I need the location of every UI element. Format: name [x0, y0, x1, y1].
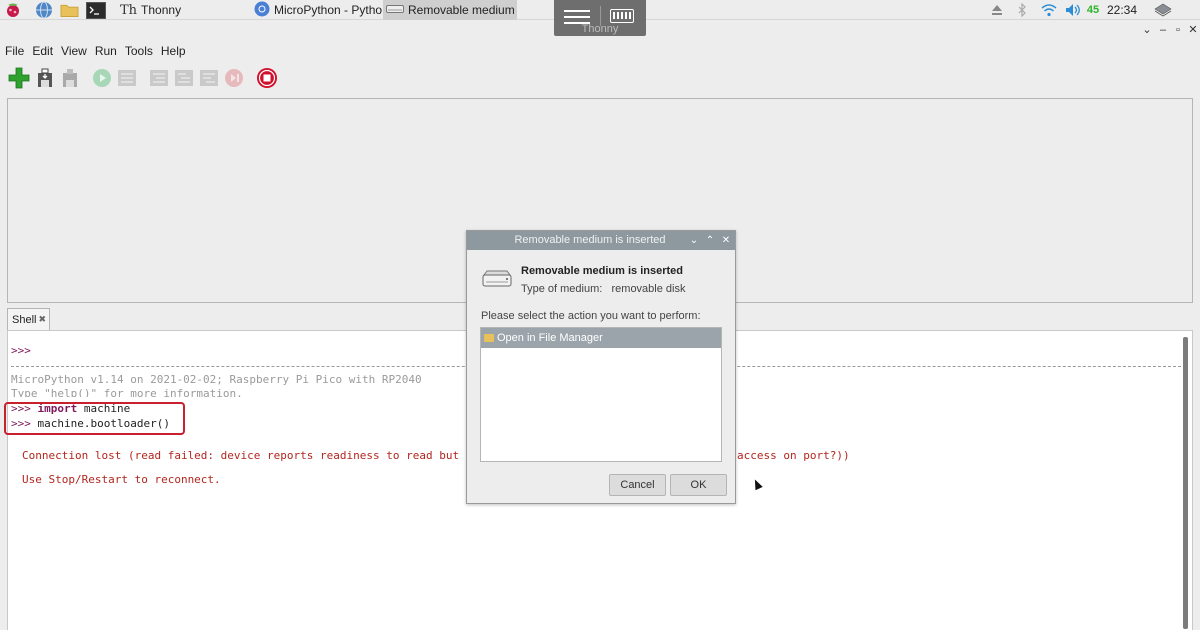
dialog-title: Removable medium is inserted: [514, 234, 666, 246]
shell-error: Connection lost (read failed: device rep…: [22, 449, 519, 462]
step-out-button[interactable]: [197, 66, 221, 90]
play-icon: [93, 69, 111, 87]
step-over-button[interactable]: [147, 66, 171, 90]
thonny-icon: Th: [120, 2, 138, 18]
raspberry-icon[interactable]: [3, 1, 22, 19]
onscreen-keyboard-toggle[interactable]: Thonny: [554, 0, 646, 36]
system-tray: 45 22:34: [980, 0, 1200, 20]
dialog-prompt: Please select the action you want to per…: [481, 310, 701, 322]
menu-tools[interactable]: Tools: [121, 42, 157, 60]
chromium-icon: [254, 1, 270, 20]
dialog-heading: Removable medium is inserted: [521, 265, 683, 277]
close-icon[interactable]: ✖: [38, 314, 46, 325]
menubar: File Edit View Run Tools Help: [0, 42, 190, 60]
medium-type-label: Type of medium:: [521, 283, 603, 295]
chevron-down-icon[interactable]: ⌄: [1140, 22, 1154, 38]
debug-icon: [118, 70, 136, 86]
scrollbar[interactable]: [1183, 337, 1188, 629]
debug-button[interactable]: [115, 66, 139, 90]
network-icon[interactable]: [1152, 2, 1174, 18]
volume-level: 45: [1086, 4, 1100, 16]
menu-icon[interactable]: [564, 10, 590, 24]
task-label: Thonny: [141, 3, 182, 17]
cancel-button[interactable]: Cancel: [609, 474, 666, 496]
menu-edit[interactable]: Edit: [28, 42, 57, 60]
resume-icon: [225, 69, 243, 87]
menu-help[interactable]: Help: [157, 42, 190, 60]
action-label: Open in File Manager: [497, 332, 603, 344]
task-thonny[interactable]: Th Thonny: [117, 0, 247, 20]
stop-icon: [257, 68, 277, 88]
task-label: Removable medium i...: [408, 3, 517, 17]
shell-error: Use Stop/Restart to reconnect.: [22, 473, 221, 486]
drive-icon: [481, 269, 513, 291]
eject-icon[interactable]: [990, 2, 1004, 18]
shell-error: access on port?)): [737, 449, 850, 462]
highlight-box: [4, 402, 185, 435]
menu-run[interactable]: Run: [91, 42, 121, 60]
folder-icon[interactable]: [60, 1, 79, 19]
step-out-icon: [200, 70, 218, 86]
clock[interactable]: 22:34: [1106, 2, 1138, 18]
new-file-button[interactable]: [7, 66, 31, 90]
terminal-icon[interactable]: [86, 1, 106, 19]
task-removable-medium[interactable]: Removable medium i...: [383, 0, 517, 20]
menu-file[interactable]: File: [0, 42, 28, 60]
globe-icon[interactable]: [34, 1, 53, 19]
wifi-icon[interactable]: [1040, 2, 1058, 18]
maximize-icon[interactable]: ⌃: [703, 231, 717, 250]
maximize-button[interactable]: ▫: [1171, 22, 1185, 38]
run-button[interactable]: [90, 66, 114, 90]
resume-button[interactable]: [222, 66, 246, 90]
keyboard-icon[interactable]: [610, 9, 634, 23]
removable-medium-dialog: Removable medium is inserted ⌄ ⌃ ✕ Remov…: [466, 230, 736, 504]
save-icon: [63, 69, 77, 87]
window-title: Thonny: [581, 23, 619, 35]
shell-banner: MicroPython v1.14 on 2021-02-02; Raspber…: [11, 373, 422, 386]
open-file-button[interactable]: [33, 66, 57, 90]
minimize-button[interactable]: –: [1156, 22, 1170, 38]
step-into-icon: [175, 70, 193, 86]
open-icon: [38, 68, 52, 87]
save-file-button[interactable]: [58, 66, 82, 90]
chevron-down-icon[interactable]: ⌄: [687, 231, 701, 250]
ok-button[interactable]: OK: [670, 474, 727, 496]
volume-icon[interactable]: [1064, 2, 1082, 18]
drive-icon: [386, 3, 404, 17]
task-label: MicroPython - Python...: [274, 3, 382, 17]
shell-banner: Type "help()" for more information.: [11, 387, 243, 397]
tab-shell[interactable]: Shell ✖: [7, 308, 50, 330]
folder-icon: [484, 334, 494, 342]
close-icon[interactable]: ✕: [719, 231, 733, 250]
medium-type-value: removable disk: [611, 283, 686, 295]
action-list[interactable]: Open in File Manager: [480, 327, 722, 462]
window-controls: ⌄ – ▫ ✕: [1140, 22, 1200, 38]
step-over-icon: [150, 70, 168, 86]
shell-prompt: >>>: [11, 344, 31, 357]
medium-type: Type of medium: removable disk: [521, 283, 685, 295]
step-into-button[interactable]: [172, 66, 196, 90]
list-item-open-file-manager[interactable]: Open in File Manager: [481, 328, 721, 348]
close-button[interactable]: ✕: [1186, 22, 1200, 38]
menu-view[interactable]: View: [57, 42, 91, 60]
plus-icon: [8, 67, 30, 89]
tab-label: Shell: [12, 313, 37, 326]
stop-button[interactable]: [255, 66, 279, 90]
task-micropython[interactable]: MicroPython - Python...: [251, 0, 382, 20]
bluetooth-icon[interactable]: [1016, 2, 1028, 18]
